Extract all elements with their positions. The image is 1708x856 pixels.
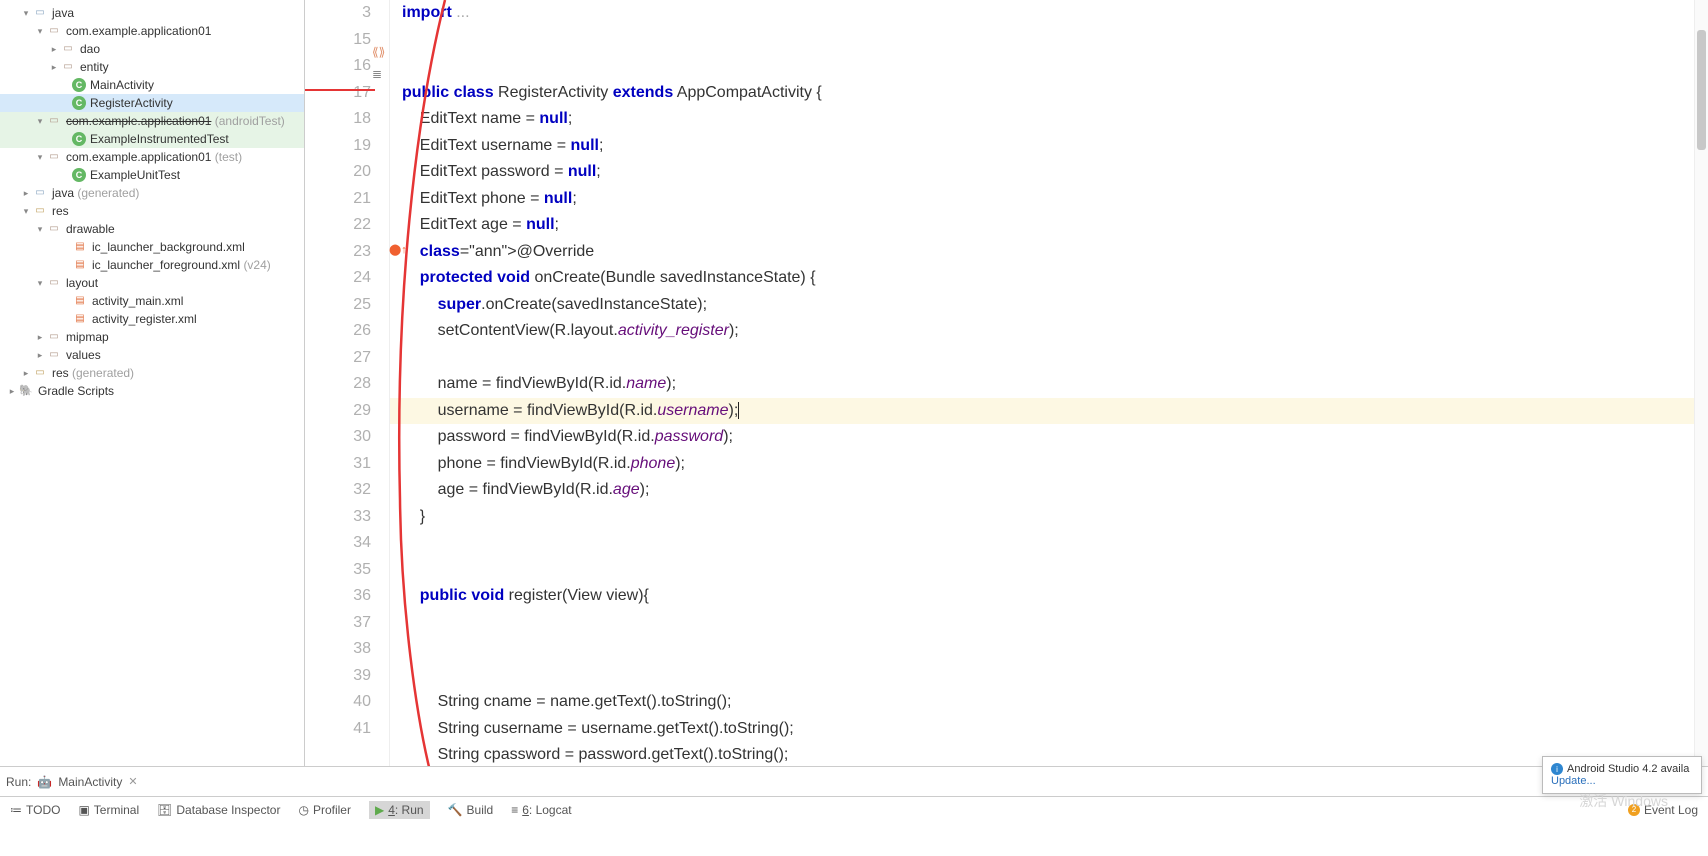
code-area[interactable]: import ... public class RegisterActivity… — [390, 0, 1708, 766]
tree-item-example-instrumented[interactable]: ExampleInstrumentedTest — [0, 130, 304, 148]
warning-badge-icon: 2 — [1628, 804, 1640, 816]
tree-item-drawable[interactable]: ▾drawable — [0, 220, 304, 238]
tool-window-bar[interactable]: ≔TODO ▣Terminal 🗄Database Inspector ◷Pro… — [0, 796, 1708, 822]
tree-item-ic-fg[interactable]: ic_launcher_foreground.xml (v24) — [0, 256, 304, 274]
code-editor[interactable]: 3151617181920212223242526272829303132333… — [305, 0, 1708, 766]
tree-item-java[interactable]: ▾java — [0, 4, 304, 22]
toolwindow-run[interactable]: ▶4: Run — [369, 801, 430, 819]
run-panel[interactable]: Run: 🤖 MainActivity ✕ — [0, 766, 1708, 796]
toolwindow-profiler[interactable]: ◷Profiler — [298, 803, 351, 817]
tree-item-entity[interactable]: ▸entity — [0, 58, 304, 76]
android-icon: 🤖 — [37, 775, 52, 789]
database-icon: 🗄 — [157, 803, 172, 817]
toolwindow-todo[interactable]: ≔TODO — [10, 803, 60, 817]
tree-item-gradle-scripts[interactable]: ▸Gradle Scripts — [0, 382, 304, 400]
update-notification[interactable]: i Android Studio 4.2 availa Update... — [1542, 756, 1702, 795]
tree-item-main-activity[interactable]: MainActivity — [0, 76, 304, 94]
notification-title: Android Studio 4.2 availa — [1567, 763, 1689, 775]
tree-item-pkg-main[interactable]: ▾com.example.application01 — [0, 22, 304, 40]
terminal-icon: ▣ — [78, 803, 89, 817]
tree-item-ic-bg[interactable]: ic_launcher_background.xml — [0, 238, 304, 256]
list-icon: ≔ — [10, 803, 22, 817]
play-icon: ▶ — [375, 803, 384, 817]
close-run-tab-icon[interactable]: ✕ — [128, 775, 137, 788]
profiler-icon: ◷ — [298, 803, 308, 817]
editor-scrollbar[interactable] — [1694, 0, 1708, 766]
scrollbar-thumb[interactable] — [1697, 30, 1706, 150]
tree-item-values[interactable]: ▸values — [0, 346, 304, 364]
toolwindow-build[interactable]: 🔨Build — [448, 803, 494, 817]
editor-gutter[interactable]: 3151617181920212223242526272829303132333… — [305, 0, 390, 766]
tree-item-java-gen[interactable]: ▸java (generated) — [0, 184, 304, 202]
toolwindow-event-log[interactable]: 2Event Log — [1628, 803, 1698, 817]
tree-item-register-activity[interactable]: RegisterActivity — [0, 94, 304, 112]
toolwindow-terminal[interactable]: ▣Terminal — [78, 803, 139, 817]
tree-item-pkg-androidtest[interactable]: ▾com.example.application01 (androidTest) — [0, 112, 304, 130]
tree-item-dao[interactable]: ▸dao — [0, 40, 304, 58]
class-structure-icon[interactable]: ⟪⟫ — [372, 45, 388, 61]
tree-item-res[interactable]: ▾res — [0, 202, 304, 220]
toolwindow-db-inspector[interactable]: 🗄Database Inspector — [157, 803, 280, 817]
tree-item-activity-register-xml[interactable]: activity_register.xml — [0, 310, 304, 328]
tree-item-example-unit[interactable]: ExampleUnitTest — [0, 166, 304, 184]
tree-item-pkg-test[interactable]: ▾com.example.application01 (test) — [0, 148, 304, 166]
run-config-name[interactable]: MainActivity — [58, 775, 122, 789]
tree-item-res-gen[interactable]: ▸res (generated) — [0, 364, 304, 382]
update-link[interactable]: Update... — [1551, 775, 1596, 787]
hammer-icon: 🔨 — [448, 803, 463, 817]
project-tree[interactable]: ▾java ▾com.example.application01 ▸dao ▸e… — [0, 0, 305, 766]
info-icon: i — [1551, 763, 1563, 775]
tree-item-mipmap[interactable]: ▸mipmap — [0, 328, 304, 346]
toolwindow-logcat[interactable]: ≡6: Logcat — [511, 803, 571, 817]
tree-item-layout[interactable]: ▾layout — [0, 274, 304, 292]
collapse-icon[interactable]: ≣ — [372, 67, 388, 83]
logcat-icon: ≡ — [511, 803, 518, 817]
run-label: Run: — [6, 775, 31, 789]
tree-item-activity-main-xml[interactable]: activity_main.xml — [0, 292, 304, 310]
